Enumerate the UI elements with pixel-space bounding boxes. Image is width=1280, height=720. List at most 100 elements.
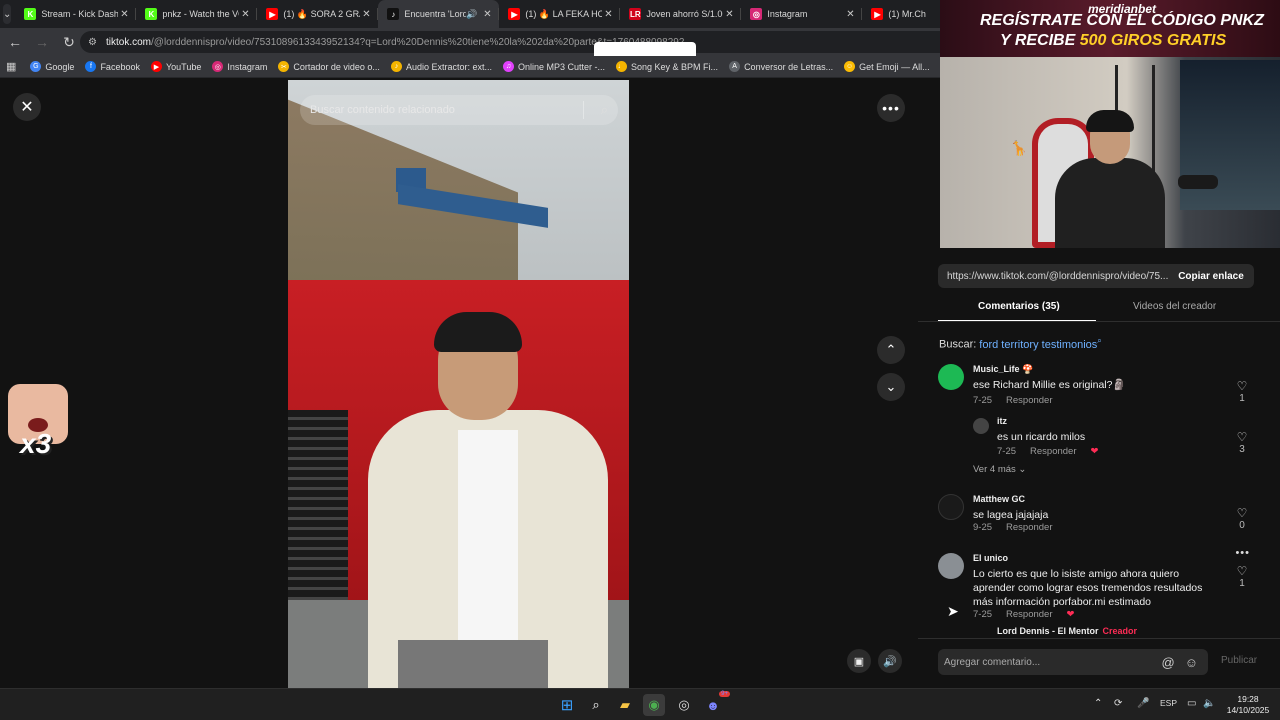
emoji-icon[interactable]: ☺ [1185,655,1198,670]
reply-button[interactable]: Responder [1006,609,1052,620]
obs-icon[interactable]: ◎ [673,694,695,716]
browser-tab[interactable]: ◎ Instagram ✕ [741,0,863,28]
related-search-input[interactable]: Buscar contenido relacionado ⌕ [300,95,618,125]
volume-icon[interactable]: 🔈 [1203,698,1215,709]
browser-tab[interactable]: ♪ Encuentra 'Lord D🔊 ✕ [378,0,500,28]
back-button[interactable]: ← [3,30,27,54]
bookmark-item[interactable]: ☺ Get Emoji — All... [844,61,930,72]
comment-username[interactable]: Matthew GC [973,494,1025,504]
comment-list: Music_Life 🍄 ese Richard Millie es origi… [918,360,1258,634]
close-tab-icon[interactable]: ✕ [602,9,614,20]
comment-username[interactable]: Music_Life 🍄 [973,364,1033,375]
sync-icon[interactable]: ⟳ [1114,698,1122,709]
heart-icon: ♡ [1236,430,1248,444]
miniplayer-button[interactable]: ▣ [847,649,871,673]
browser-tab[interactable]: Kpnkz - Watch the VOD✕ [136,0,258,28]
instagram-logo-icon: ◎ [750,8,763,20]
address-row: ← → ↻ ⚙ tiktok.com /@lorddennispro/video… [0,28,940,56]
tray-overflow-icon[interactable]: ⌃ [1094,698,1102,709]
forward-button[interactable]: → [30,30,54,54]
notification-badge: 9+ [719,691,730,697]
bookmark-item[interactable]: f Facebook [85,61,140,72]
volume-button[interactable]: 🔊 [878,649,902,673]
bookmark-item[interactable]: ◎ Instagram [212,61,267,72]
close-tab-icon[interactable]: ✕ [723,9,735,20]
comment-input[interactable]: Agregar comentario... [938,649,1132,675]
video-player[interactable] [288,80,629,688]
comment-date: 9-25 [973,522,993,533]
close-video-button[interactable]: ✕ [13,93,41,121]
more-options-button[interactable]: ••• [877,94,905,122]
bookmark-favicon-icon: ✂ [278,61,290,72]
streamer-body [1055,158,1165,248]
avatar[interactable] [973,418,989,434]
bookmark-favicon-icon: ◎ [212,61,224,72]
search-icon[interactable]: ⌕ [601,102,608,118]
stream-webcam-overlay: 🦒🐘🌳 meridianbet REGÍSTRATE CON EL CÓDIGO… [940,0,1280,248]
comment-username[interactable]: Lord Dennis - El Mentor Creador [997,626,1137,634]
bookmark-item[interactable]: ♫ Online MP3 Cutter -... [502,61,605,72]
browser-tab[interactable]: K Stream - Kick Dashbo✕ [15,0,137,28]
like-button[interactable]: ♡ 3 [1234,430,1250,455]
close-tab-icon[interactable]: ✕ [360,9,372,20]
bookmark-item[interactable]: ✂ Cortador de video o... [278,61,380,72]
browser-tab[interactable]: LR Joven ahorró S/1.000✕ [620,0,742,28]
tab-creator-videos[interactable]: Videos del creador [1133,301,1216,312]
reply-button[interactable]: Responder [1006,395,1052,406]
bookmark-item[interactable]: G Google [30,61,74,72]
reload-button[interactable]: ↻ [57,30,81,54]
browser-tab[interactable]: ▶ (1) 🔥 SORA 2 GRATIS✕ [257,0,379,28]
system-clock[interactable]: 19:28 14/10/2025 [1222,694,1274,716]
close-tab-icon[interactable]: ✕ [844,9,856,20]
language-indicator[interactable]: ESP [1160,698,1177,708]
search-icon[interactable]: ⌕ [585,694,607,716]
audio-playing-icon[interactable]: 🔊 [466,9,477,20]
close-tab-icon[interactable]: ✕ [118,9,130,20]
address-bar[interactable]: ⚙ tiktok.com /@lorddennispro/video/75310… [80,31,940,53]
comment-options-icon[interactable]: ••• [1235,547,1250,559]
apps-grid-icon[interactable]: ▦ [6,60,16,73]
tab-comments[interactable]: Comentarios (35) [978,301,1060,312]
windows-start-icon[interactable]: ⊞ [556,694,578,716]
microphone-icon[interactable]: 🎤 [1137,698,1149,709]
bookmark-item[interactable]: ▶ YouTube [150,61,201,72]
comment-username[interactable]: itz [997,416,1007,426]
bookmark-item[interactable]: ♪ Audio Extractor: ext... [390,61,492,72]
previous-video-button[interactable]: ⌃ [877,336,905,364]
site-info-icon[interactable]: ⚙ [88,37,102,48]
bookmark-favicon-icon: ☺ [844,61,856,72]
avatar[interactable] [938,364,964,390]
mouse-cursor-icon: ➤ [947,603,959,619]
discord-icon[interactable]: ☻ 9+ [702,691,730,716]
file-explorer-icon[interactable]: ▰ [614,694,636,716]
chrome-icon[interactable]: ◉ [643,694,665,716]
publish-button[interactable]: Publicar [1221,655,1257,666]
bookmark-item[interactable]: ♩ Song Key & BPM Fi... [616,61,718,72]
mention-icon[interactable]: @ [1162,655,1175,670]
arrow-right-icon: → [35,34,49,50]
chevron-down-icon: ⌄ [3,8,12,20]
comment-date: 7-25 [997,446,1017,457]
tab-title: Instagram [767,9,808,19]
network-icon[interactable]: ▭ [1187,698,1196,709]
chevron-up-icon: ⌃ [885,342,897,357]
comment-meta: 9-25 Responder [973,522,1067,533]
share-link-url[interactable]: https://www.tiktok.com/@lorddennispro/vi… [938,271,1168,282]
like-button[interactable]: ♡ 1 [1234,564,1250,589]
browser-tab[interactable]: ▶ (1) 🔥 LA FEKA HOUSE✕ [499,0,621,28]
avatar[interactable] [938,494,964,520]
close-tab-icon[interactable]: ✕ [481,9,493,20]
view-more-replies-button[interactable]: Ver 4 más ⌄ [973,464,1026,475]
tab-search-button[interactable]: ⌄ [3,4,12,24]
bookmark-item[interactable]: A Conversor de Letras... [729,61,833,72]
like-button[interactable]: ♡ 0 [1234,506,1250,531]
copy-link-button[interactable]: Copiar enlace [1168,264,1254,288]
reply-button[interactable]: Responder [1006,522,1052,533]
avatar[interactable] [938,553,964,579]
close-tab-icon[interactable]: ✕ [239,9,251,20]
like-button[interactable]: ♡ 1 [1234,379,1250,404]
comment-username[interactable]: El unico [973,553,1008,563]
next-video-button[interactable]: ⌄ [877,373,905,401]
related-search-keyword[interactable]: ford territory testimonios [979,339,1097,351]
reply-button[interactable]: Responder [1030,446,1076,457]
